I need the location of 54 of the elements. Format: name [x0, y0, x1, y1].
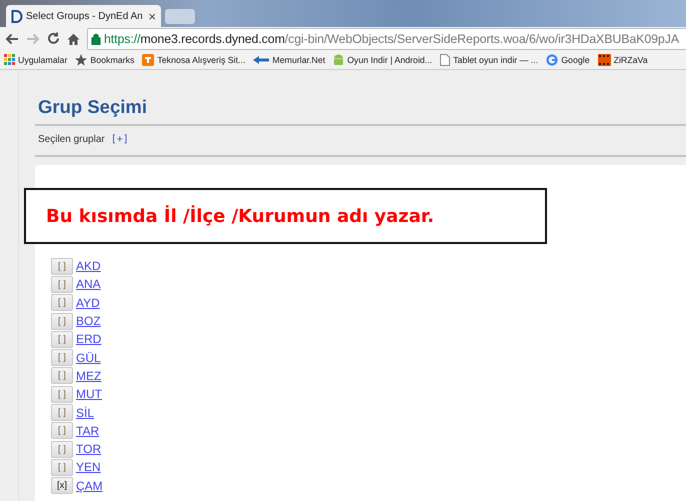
page-title: Grup Seçimi — [38, 96, 147, 119]
bookmark-item[interactable]: ZiRZaVa — [598, 54, 648, 66]
bookmark-item[interactable]: Google — [546, 54, 590, 66]
bookmark-item[interactable]: Tablet oyun indir — ... — [440, 54, 538, 66]
back-arrow-icon[interactable] — [5, 32, 19, 44]
toggle-button[interactable]: [ ] — [51, 312, 73, 330]
toggle-button[interactable]: [ ] — [51, 404, 73, 422]
group-link[interactable]: MUT — [76, 387, 102, 402]
bookmark-item[interactable]: Uygulamalar — [4, 54, 68, 65]
android-icon — [333, 54, 344, 66]
bookmark-item[interactable]: Oyun Indir | Android... — [333, 54, 432, 66]
bookmark-item[interactable]: Memurlar.Net — [253, 54, 326, 64]
toggle-button[interactable]: [ ] — [51, 294, 73, 312]
bookmark-item[interactable]: Bookmarks — [75, 54, 134, 66]
selected-groups-label: Seçilen gruplar — [38, 134, 105, 145]
toggle-button[interactable]: [ ] — [51, 367, 73, 384]
group-link[interactable]: ANA — [76, 277, 101, 292]
lock-icon — [91, 32, 101, 44]
address-field[interactable]: https://mone3.records.dyned.com/cgi-bin/WebObjects/ServerSideReports.woa/6/wo/ir3HDaXBUBaK09pJA — [87, 28, 686, 50]
group-link[interactable]: BOZ — [76, 314, 101, 328]
google-icon — [546, 54, 558, 66]
toggle-button[interactable]: [ ] — [51, 258, 73, 275]
group-link[interactable]: AYD — [76, 296, 100, 310]
star-icon — [75, 54, 88, 66]
home-icon[interactable] — [67, 32, 80, 44]
film-icon — [598, 54, 611, 66]
toggle-button[interactable]: [x] — [51, 477, 73, 494]
toggle-button[interactable]: [ ] — [51, 330, 73, 348]
add-link[interactable]: [+] — [110, 134, 129, 145]
close-button[interactable]: × — [148, 8, 156, 24]
toggle-button[interactable]: [ ] — [51, 276, 73, 293]
group-link[interactable]: MEZ — [76, 368, 102, 383]
group-link[interactable]: AKD — [76, 259, 101, 274]
apps-grid-icon — [4, 54, 15, 65]
group-link[interactable]: TOR — [76, 442, 102, 456]
page-icon — [440, 54, 450, 66]
group-link[interactable]: TAR — [76, 424, 100, 438]
group-link[interactable]: ÇAM — [76, 478, 103, 493]
callout-text: Bu kısımda İl /İlçe /Kurumun adı yazar. — [46, 206, 434, 226]
letter-d-icon — [11, 10, 23, 22]
arrow-icon — [253, 54, 270, 64]
toggle-button[interactable]: [ ] — [51, 440, 73, 458]
browser-tab[interactable]: Select Groups - DynEd An × — [6, 5, 161, 27]
t-letter-icon — [142, 54, 154, 66]
group-link[interactable]: ERD — [76, 332, 102, 346]
toggle-button[interactable]: [ ] — [51, 458, 73, 476]
toggle-button[interactable]: [ ] — [51, 349, 73, 366]
group-link[interactable]: GÜL — [76, 350, 101, 365]
toggle-button[interactable]: [ ] — [51, 422, 73, 440]
reload-icon[interactable] — [47, 32, 60, 45]
group-link[interactable]: SİL — [76, 406, 94, 420]
group-link[interactable]: YEN — [76, 460, 101, 474]
bookmark-item[interactable]: Teknosa Alışveriş Sit... — [142, 54, 246, 66]
toggle-button[interactable]: [ ] — [51, 386, 73, 403]
